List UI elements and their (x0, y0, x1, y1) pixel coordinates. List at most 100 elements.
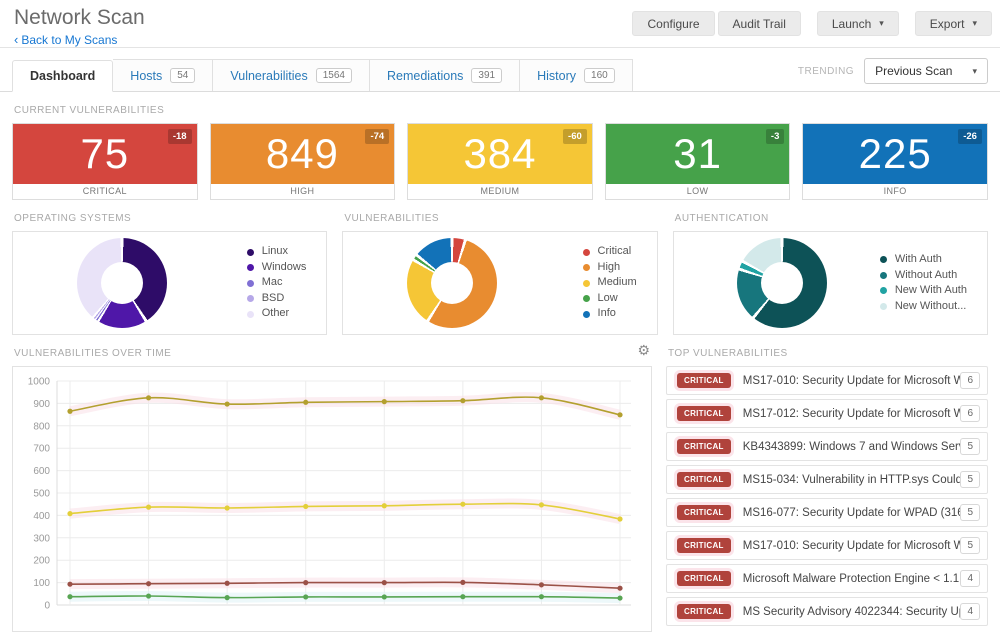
authentication-legend: With Auth Without Auth New With Auth New… (879, 252, 967, 315)
severity-badge: CRITICAL (677, 505, 731, 520)
severity-badge: CRITICAL (677, 439, 731, 454)
vulnerability-row[interactable]: CRITICAL Microsoft Malware Protection Eng… (666, 564, 988, 593)
tab-count-badge: 54 (170, 68, 196, 83)
legend-item: Other (246, 306, 307, 322)
operating-systems-donut-chart[interactable] (76, 238, 167, 328)
chevron-down-icon: ▾ (879, 18, 884, 28)
vulnerability-row[interactable]: CRITICAL MS15-034: Vulnerability in HTTP.… (666, 465, 988, 494)
tab-dashboard[interactable]: Dashboard (12, 60, 114, 92)
chevron-down-icon: ▾ (972, 18, 977, 28)
legend-item: New With Auth (879, 283, 967, 299)
svg-text:600: 600 (33, 466, 50, 477)
info-card[interactable]: 225 -26 INFO (802, 123, 988, 200)
launch-button[interactable]: Launch ▾ (816, 11, 899, 36)
legend-item: BSD (246, 291, 307, 307)
back-link[interactable]: ‹ Back to My Scans (14, 32, 117, 47)
instance-count[interactable]: 5 (960, 537, 980, 554)
severity-badge: CRITICAL (677, 406, 731, 421)
tab-bar: Dashboard Hosts 54 Vulnerabilities 1564 Re… (0, 48, 1000, 92)
audit-trail-button[interactable]: Audit Trail (717, 11, 801, 36)
legend-item: High (582, 260, 637, 276)
severity-cards: 75 -18 CRITICAL 849 -74 HIGH 384 -60 MEDIUM… (12, 123, 988, 200)
svg-text:700: 700 (33, 444, 50, 455)
tab-vulnerabilities[interactable]: Vulnerabilities 1564 (213, 59, 370, 91)
legend-item: Windows (246, 260, 306, 276)
legend-item: Low (582, 291, 637, 307)
svg-text:0: 0 (44, 601, 50, 612)
svg-text:100: 100 (33, 578, 50, 589)
vulnerability-row[interactable]: CRITICAL KB4343899: Windows 7 and Windows… (666, 432, 988, 461)
vulnerability-row[interactable]: CRITICAL MS16-077: Security Update for WP… (666, 498, 988, 527)
svg-text:200: 200 (33, 556, 50, 567)
tab-history[interactable]: History 160 (520, 59, 633, 91)
section-vulnerabilities-over-time: VULNERABILITIES OVER TIME (14, 348, 172, 359)
trending-label: TRENDING (797, 65, 855, 77)
tab-remediations[interactable]: Remediations 391 (369, 59, 521, 91)
vulnerabilities-chart-panel: Critical High Medium Low Info (342, 231, 658, 335)
trend-delta-badge: -74 (365, 129, 390, 144)
svg-text:1000: 1000 (28, 377, 51, 388)
vulnerabilities-donut-chart[interactable] (407, 238, 498, 328)
svg-text:900: 900 (33, 399, 50, 410)
trend-delta-badge: -18 (167, 129, 192, 144)
vulnerability-row[interactable]: CRITICAL MS Security Advisory 4022344: Se… (666, 597, 988, 626)
vulnerability-row[interactable]: CRITICAL MS17-010: Security Update for Mi… (666, 366, 988, 395)
instance-count[interactable]: 5 (960, 504, 980, 521)
instance-count[interactable]: 6 (960, 372, 980, 389)
svg-text:400: 400 (33, 511, 50, 522)
legend-item: Mac (246, 275, 307, 291)
legend-item: Medium (582, 275, 637, 291)
trending-control: TRENDING Previous Scan ▾ (798, 58, 988, 91)
section-authentication: AUTHENTICATION (674, 213, 769, 224)
vulnerability-row[interactable]: CRITICAL MS17-010: Security Update for Mi… (666, 531, 988, 560)
chevron-left-icon: ‹ (14, 32, 19, 47)
svg-text:300: 300 (33, 533, 50, 544)
instance-count[interactable]: 4 (960, 570, 980, 587)
trend-delta-badge: -26 (958, 129, 982, 144)
top-bar: Network Scan ‹ Back to My Scans Configure… (0, 0, 1000, 48)
severity-badge: CRITICAL (677, 373, 731, 388)
authentication-chart-panel: With Auth Without Auth New With Auth New… (672, 231, 988, 335)
top-vulnerabilities-list: CRITICAL MS17-010: Security Update for Mi… (666, 366, 988, 626)
section-current-vulnerabilities: CURRENT VULNERABILITIES (14, 105, 165, 116)
header-actions: Configure Audit Trail Launch ▾ Export ▾ (632, 11, 992, 36)
low-card[interactable]: 31 -3 LOW (604, 123, 791, 200)
trending-select[interactable]: Previous Scan ▾ (864, 58, 988, 84)
legend-item: With Auth (879, 252, 967, 268)
tab-count-badge: 1564 (315, 68, 352, 83)
critical-card[interactable]: 75 -18 CRITICAL (12, 123, 198, 200)
tab-count-badge: 391 (471, 68, 503, 83)
legend-item: Without Auth (879, 268, 967, 284)
instance-count[interactable]: 5 (960, 438, 980, 455)
medium-card[interactable]: 384 -60 MEDIUM (407, 123, 593, 200)
authentication-donut-chart[interactable] (737, 238, 828, 328)
operating-systems-chart-panel: Linux Windows Mac BSD Other (12, 231, 328, 335)
severity-badge: CRITICAL (677, 571, 731, 586)
legend-item: Linux (246, 244, 307, 260)
section-operating-systems: OPERATING SYSTEMS (14, 213, 132, 224)
vulnerability-row[interactable]: CRITICAL MS17-012: Security Update for Mi… (666, 399, 988, 428)
instance-count[interactable]: 5 (960, 471, 980, 488)
high-card[interactable]: 849 -74 HIGH (209, 123, 396, 200)
chevron-down-icon: ▾ (972, 65, 977, 76)
instance-count[interactable]: 4 (960, 603, 980, 620)
trend-delta-badge: -3 (765, 129, 785, 144)
instance-count[interactable]: 6 (960, 405, 980, 422)
severity-badge: CRITICAL (677, 538, 731, 553)
section-vulnerabilities: VULNERABILITIES (344, 213, 440, 224)
vulnerabilities-over-time-chart[interactable]: 0 100 200 300 400 500 600 700 800 900 1000 (12, 366, 652, 632)
trend-delta-badge: -60 (563, 129, 587, 144)
tab-hosts[interactable]: Hosts 54 (113, 59, 214, 91)
vulnerabilities-legend: Critical High Medium Low Info (582, 244, 637, 322)
svg-text:500: 500 (33, 489, 50, 500)
svg-text:800: 800 (33, 421, 50, 432)
severity-badge: CRITICAL (677, 604, 731, 619)
severity-badge: CRITICAL (677, 472, 731, 487)
legend-item: New Without... (879, 299, 967, 315)
legend-item: Critical (582, 244, 637, 260)
configure-button[interactable]: Configure (632, 11, 715, 36)
settings-gear-icon[interactable]: ⚙ (637, 342, 650, 359)
export-button[interactable]: Export ▾ (914, 11, 992, 36)
line-chart-svg: 0 100 200 300 400 500 600 700 800 900 1000 (28, 377, 631, 612)
tab-count-badge: 160 (584, 68, 615, 83)
